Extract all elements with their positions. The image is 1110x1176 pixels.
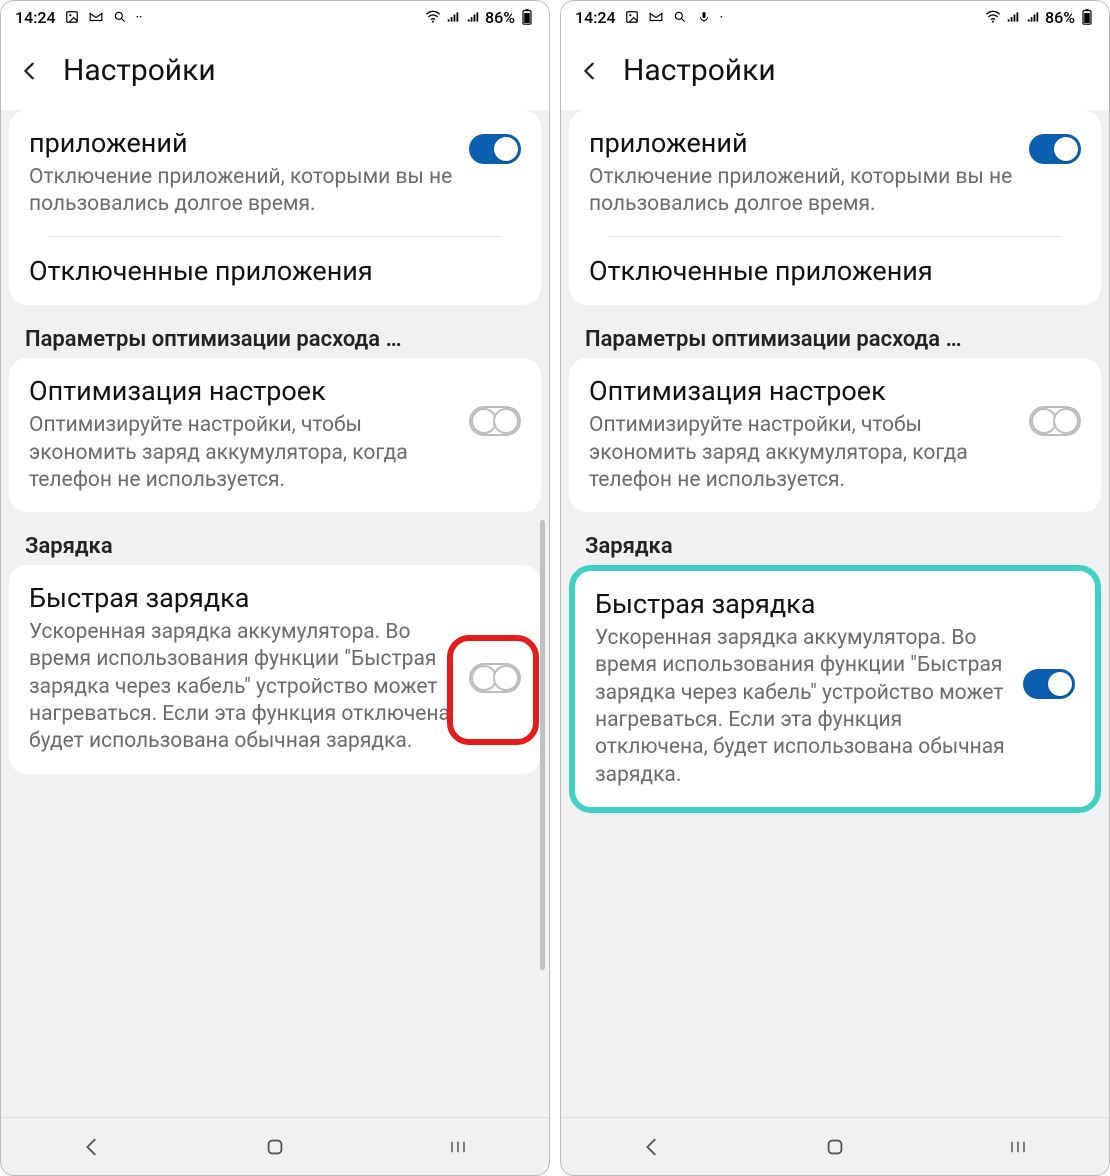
- app-header: Настройки: [561, 33, 1109, 110]
- signal-icon-2: [1025, 9, 1041, 25]
- wifi-icon: [425, 9, 441, 25]
- nav-home-icon[interactable]: [261, 1133, 289, 1161]
- battery-percent: 86%: [1045, 8, 1075, 27]
- setting-desc: Оптимизируйте настройки, чтобы экономить…: [589, 412, 1019, 494]
- search-icon: [672, 9, 688, 25]
- setting-title: Оптимизация настроек: [29, 376, 459, 408]
- navigation-bar: [561, 1117, 1109, 1175]
- setting-optimize[interactable]: Оптимизация настроек Оптимизируйте настр…: [569, 358, 1101, 512]
- gmail-icon: [648, 9, 664, 25]
- setting-desc: Ускоренная зарядка аккумулятора. Во врем…: [595, 625, 1013, 789]
- disabled-apps-link[interactable]: Отключенные приложения: [589, 255, 1081, 287]
- setting-fast-charge[interactable]: Быстрая зарядка Ускоренная зарядка аккум…: [9, 565, 541, 773]
- toggle-apps[interactable]: [469, 134, 521, 164]
- battery-percent: 86%: [485, 8, 515, 27]
- disabled-apps-link[interactable]: Отключенные приложения: [29, 255, 521, 287]
- setting-desc: Отключение приложений, которыми вы не по…: [29, 164, 459, 219]
- search-icon: [112, 9, 128, 25]
- nav-recents-icon[interactable]: [444, 1133, 472, 1161]
- setting-title: приложений: [589, 128, 1019, 160]
- toggle-optimize[interactable]: [1029, 406, 1081, 436]
- more-dots-icon: ··: [136, 10, 143, 24]
- image-icon: [64, 9, 80, 25]
- page-title: Настройки: [63, 53, 216, 88]
- toggle-apps[interactable]: [1029, 134, 1081, 164]
- setting-desc: Ускоренная зарядка аккумулятора. Во врем…: [29, 619, 459, 755]
- navigation-bar: [1, 1117, 549, 1175]
- section-optimization: Параметры оптимизации расхода …: [1, 315, 549, 358]
- back-icon[interactable]: [19, 60, 41, 82]
- phone-screen-right: 14:24 · 86% Настройки приложений Отключе: [560, 0, 1110, 1176]
- wifi-icon: [985, 9, 1001, 25]
- battery-icon: [519, 9, 535, 25]
- nav-back-icon[interactable]: [638, 1133, 666, 1161]
- setting-fast-charge[interactable]: Быстрая зарядка Ускоренная зарядка аккум…: [569, 565, 1101, 813]
- toggle-optimize[interactable]: [469, 406, 521, 436]
- battery-icon: [1079, 9, 1095, 25]
- app-header: Настройки: [1, 33, 549, 110]
- back-icon[interactable]: [579, 60, 601, 82]
- phone-screen-left: 14:24 ·· 86% Настройки приложений Отключ…: [0, 0, 550, 1176]
- setting-title: приложений: [29, 128, 459, 160]
- setting-apps-off[interactable]: приложений Отключение приложений, которы…: [569, 110, 1101, 305]
- signal-icon: [445, 9, 461, 25]
- section-charging: Зарядка: [561, 522, 1109, 565]
- toggle-fast-charge[interactable]: [1023, 669, 1075, 699]
- status-time: 14:24: [15, 8, 56, 27]
- setting-desc: Отключение приложений, которыми вы не по…: [589, 164, 1019, 219]
- signal-icon-2: [465, 9, 481, 25]
- setting-title: Быстрая зарядка: [29, 583, 459, 615]
- image-icon: [624, 9, 640, 25]
- status-time: 14:24: [575, 8, 616, 27]
- nav-recents-icon[interactable]: [1004, 1133, 1032, 1161]
- nav-home-icon[interactable]: [821, 1133, 849, 1161]
- section-charging: Зарядка: [1, 522, 549, 565]
- signal-icon: [1005, 9, 1021, 25]
- settings-list[interactable]: приложений Отключение приложений, которы…: [561, 110, 1109, 1117]
- setting-apps-off[interactable]: приложений Отключение приложений, которы…: [9, 110, 541, 305]
- scrollbar[interactable]: [540, 520, 545, 970]
- section-optimization: Параметры оптимизации расхода …: [561, 315, 1109, 358]
- setting-title: Быстрая зарядка: [595, 589, 1013, 621]
- page-title: Настройки: [623, 53, 776, 88]
- nav-back-icon[interactable]: [78, 1133, 106, 1161]
- setting-desc: Оптимизируйте настройки, чтобы экономить…: [29, 412, 459, 494]
- gmail-icon: [88, 9, 104, 25]
- status-bar: 14:24 ·· 86%: [1, 1, 549, 33]
- mic-icon: [696, 9, 712, 25]
- toggle-fast-charge[interactable]: [469, 663, 521, 693]
- settings-list[interactable]: приложений Отключение приложений, которы…: [1, 110, 549, 1117]
- more-dots-icon: ·: [720, 10, 723, 24]
- setting-optimize[interactable]: Оптимизация настроек Оптимизируйте настр…: [9, 358, 541, 512]
- status-bar: 14:24 · 86%: [561, 1, 1109, 33]
- setting-title: Оптимизация настроек: [589, 376, 1019, 408]
